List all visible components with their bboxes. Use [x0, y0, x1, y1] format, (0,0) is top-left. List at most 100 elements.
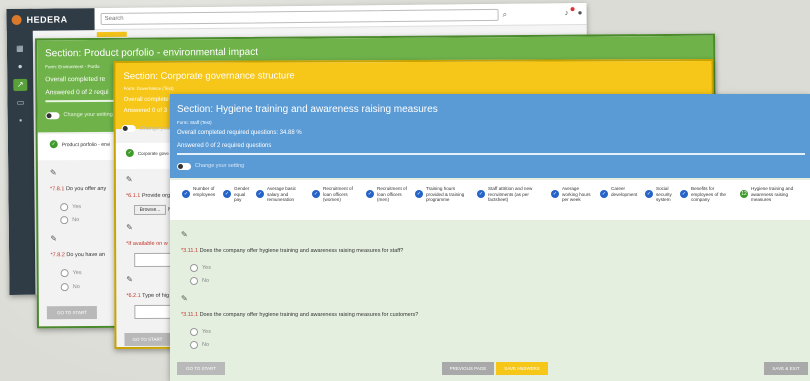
- step-check-icon: ✓: [125, 148, 134, 158]
- step-label[interactable]: Product porfolio - envi: [62, 142, 111, 148]
- question-text: *3.11.1 Does the company offer hygiene t…: [181, 312, 419, 318]
- type-input[interactable]: [134, 304, 175, 319]
- step-item[interactable]: ✓ Recruitment of loan officers (women): [312, 186, 353, 203]
- radio-yes[interactable]: [190, 328, 198, 336]
- save-exit-button[interactable]: SAVE & EXIT: [764, 362, 808, 375]
- radio-yes[interactable]: [190, 264, 198, 272]
- question-text: *7.8.1 Do you offer any: [50, 185, 107, 193]
- radio-no[interactable]: [60, 216, 69, 225]
- step-item[interactable]: ✓ Benefits for employees of the company: [680, 186, 726, 203]
- pencil-icon[interactable]: ✎: [126, 275, 133, 284]
- url-input[interactable]: [134, 252, 175, 267]
- step-label: Number of employees: [193, 186, 216, 197]
- step-label: Social security system: [656, 186, 672, 203]
- radio-no[interactable]: [190, 277, 198, 285]
- card-staff: Section: Hygiene training and awareness …: [170, 94, 810, 381]
- section-title: Section: Hygiene training and awareness …: [177, 104, 438, 115]
- step-label: Staff attrition and new recruitments (as…: [488, 186, 533, 203]
- search-icon[interactable]: ⌕: [503, 10, 508, 20]
- radio-yes[interactable]: [60, 203, 69, 212]
- answered-text: Answered 0 of 3: [123, 107, 168, 115]
- toggle-label: Change your setting: [195, 163, 245, 169]
- question-text: *6.1.1 Provide org: [125, 192, 171, 200]
- radio-no[interactable]: [60, 283, 69, 292]
- option-yes-label: Yes: [202, 265, 211, 271]
- radio-no[interactable]: [190, 341, 198, 349]
- step-check-icon: ✓: [256, 190, 264, 198]
- settings-toggle[interactable]: [121, 124, 136, 133]
- step-item-current[interactable]: 12 Hygiene training and awareness raising…: [740, 186, 793, 203]
- step-bar: ✓ Number of employees ✓ Gender equal pay ✓…: [170, 180, 810, 220]
- pencil-icon[interactable]: ✎: [126, 175, 133, 184]
- question-text: *3.11.1 Does the company offer hygiene t…: [181, 248, 404, 254]
- step-item[interactable]: ✓ Gender equal pay: [223, 186, 249, 203]
- radio-yes[interactable]: [60, 269, 69, 278]
- step-check-icon: ✓: [366, 190, 374, 198]
- brand[interactable]: HEDERA: [6, 8, 95, 32]
- go-to-start-button[interactable]: GO TO START: [124, 332, 171, 347]
- step-item[interactable]: ✓ Training hours provided & training prog…: [415, 186, 464, 203]
- previous-page-button[interactable]: PREVIOUS PAGE: [442, 362, 494, 375]
- step-item[interactable]: ✓ Average working hours per week: [551, 186, 591, 203]
- form-name: Form: Governance (Test): [123, 85, 174, 92]
- option-yes-label: Yes: [202, 329, 211, 335]
- step-label: Hygiene training and awareness raising m…: [751, 186, 794, 203]
- form-name: Form: Environment - Portfo: [45, 63, 100, 70]
- chat-icon[interactable]: ▪: [14, 115, 28, 127]
- sidebar: ▦ ● ↗ ▭ ▪: [6, 8, 36, 296]
- card-header-staff: Section: Hygiene training and awareness …: [170, 94, 810, 178]
- step-item[interactable]: ✓ Career development: [600, 186, 637, 198]
- browse-button[interactable]: Browse...: [134, 204, 167, 215]
- pencil-icon[interactable]: ✎: [50, 234, 57, 243]
- pencil-icon[interactable]: ✎: [50, 168, 57, 177]
- user-icon[interactable]: ●: [13, 61, 27, 73]
- section-title: Section: Product porfolio - environmenta…: [45, 46, 259, 60]
- progress-track: [177, 153, 805, 155]
- step-check-icon: ✓: [551, 190, 559, 198]
- option-no-label: No: [202, 278, 210, 284]
- toggle-label: Change your: [139, 125, 172, 132]
- step-label: Recruitment of loan officers (women): [323, 186, 353, 203]
- leaf-logo-icon: [11, 14, 22, 25]
- step-check-icon: ✓: [312, 190, 320, 198]
- step-check-icon: ✓: [182, 190, 190, 198]
- chart-icon[interactable]: ↗: [13, 78, 28, 91]
- step-item[interactable]: ✓ Social security system: [645, 186, 672, 203]
- option-no-label: No: [202, 342, 210, 348]
- question-text: *If available on w: [126, 240, 168, 248]
- step-label[interactable]: Corporate gove: [138, 151, 169, 156]
- pencil-icon[interactable]: ✎: [181, 294, 188, 303]
- user-menu-icon[interactable]: ●: [578, 8, 583, 17]
- form-name: Form: Staff (Test): [177, 120, 212, 125]
- step-item[interactable]: ✓ Recruitment of loan officers (men): [366, 186, 407, 203]
- step-label: Recruitment of loan officers (men): [377, 186, 407, 203]
- step-check-icon: ✓: [49, 140, 58, 149]
- step-item[interactable]: ✓ Number of employees: [182, 186, 215, 198]
- dashboard-icon[interactable]: ▦: [13, 43, 27, 55]
- step-item[interactable]: ✓ Staff attrition and new recruitments (a…: [477, 186, 532, 203]
- step-item[interactable]: ✓ Average basic salary and remuneration: [256, 186, 296, 203]
- completed-text: Overall complete: [123, 96, 169, 104]
- step-label: Benefits for employees of the company: [691, 186, 726, 203]
- settings-toggle[interactable]: [177, 163, 191, 170]
- pencil-icon[interactable]: ✎: [126, 223, 133, 232]
- toggle-label: Change your setting: [63, 111, 113, 119]
- go-to-start-button[interactable]: GO TO START: [177, 362, 225, 375]
- step-label: Career development: [611, 186, 638, 197]
- pencil-icon[interactable]: ✎: [181, 230, 188, 239]
- go-to-start-button[interactable]: GO TO START: [46, 305, 97, 320]
- option-yes-label: Yes: [72, 270, 82, 277]
- step-check-icon: ✓: [223, 190, 231, 198]
- settings-toggle[interactable]: [45, 112, 60, 120]
- search-input[interactable]: [100, 8, 499, 26]
- progress-track: [45, 99, 116, 103]
- option-yes-label: Yes: [72, 204, 82, 211]
- id-card-icon[interactable]: ▭: [13, 97, 27, 109]
- save-answers-button[interactable]: SAVE ANSWERS: [496, 362, 548, 375]
- notification-dot: [570, 7, 575, 12]
- section-title: Section: Corporate governance structure: [123, 70, 295, 83]
- step-check-icon: ✓: [477, 190, 485, 198]
- option-no-label: No: [72, 217, 80, 224]
- bell-icon[interactable]: ♪: [565, 8, 569, 17]
- answered-text: Answered 0 of 2 required questions: [177, 143, 272, 149]
